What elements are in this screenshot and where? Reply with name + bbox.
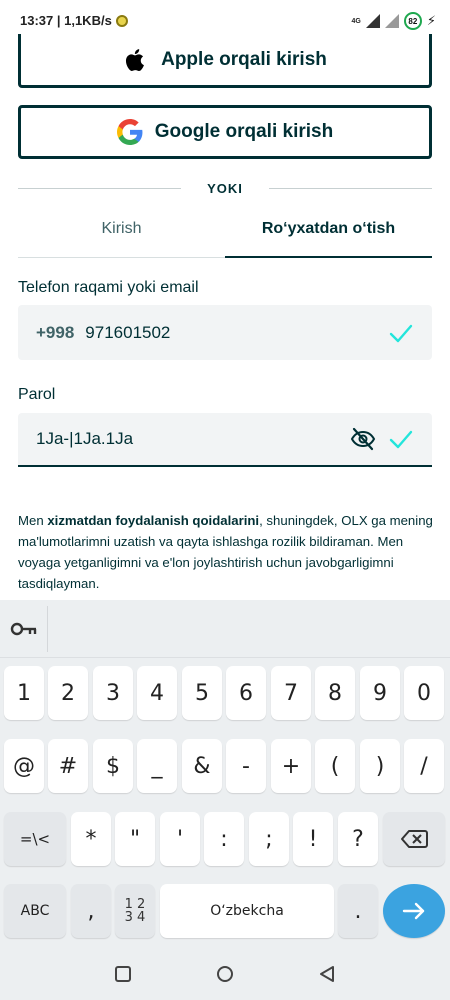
- notification-icon: [115, 14, 128, 27]
- key-slash[interactable]: /: [404, 739, 444, 793]
- key-question[interactable]: ?: [338, 812, 378, 866]
- battery-icon: 82: [403, 12, 422, 30]
- numpad-switch-bottom: 3 4: [124, 910, 146, 925]
- space-key[interactable]: O‘zbekcha: [160, 884, 334, 938]
- key-2[interactable]: 2: [48, 666, 88, 720]
- key-icon[interactable]: [10, 618, 38, 640]
- phone-field-label: Telefon raqami yoki email: [18, 279, 199, 296]
- backspace-icon: [401, 830, 428, 848]
- key-double-quote[interactable]: ": [115, 812, 155, 866]
- key-colon[interactable]: :: [204, 812, 244, 866]
- terms-text: Men xizmatdan foydalanish qoidalarini, s…: [18, 510, 434, 594]
- signal-icon-secondary: [384, 14, 399, 28]
- key-exclamation[interactable]: !: [293, 812, 333, 866]
- toolbar-separator: [47, 606, 48, 652]
- password-field-label: Parol: [18, 386, 56, 403]
- key-symbols-switch[interactable]: =\<: [4, 812, 66, 866]
- key-8[interactable]: 8: [315, 666, 355, 720]
- phone-value: 971601502: [85, 322, 171, 342]
- key-underscore[interactable]: _: [137, 739, 177, 793]
- comma-key[interactable]: ,: [71, 884, 111, 938]
- charging-icon: ⚡: [426, 13, 436, 28]
- check-icon: [389, 324, 413, 342]
- key-3[interactable]: 3: [93, 666, 133, 720]
- recents-icon[interactable]: [112, 963, 134, 985]
- key-minus[interactable]: -: [226, 739, 266, 793]
- status-left: 13:37 | 1,1KB/s: [20, 13, 128, 28]
- eye-off-icon[interactable]: [350, 426, 376, 452]
- key-at[interactable]: @: [4, 739, 44, 793]
- home-icon[interactable]: [214, 963, 236, 985]
- terms-link[interactable]: xizmatdan foydalanish qoidalarini: [47, 513, 259, 528]
- apple-login-button[interactable]: Apple orqali kirish: [18, 34, 432, 88]
- key-ampersand[interactable]: &: [182, 739, 222, 793]
- enter-key[interactable]: [383, 884, 445, 938]
- status-time-speed: 13:37 | 1,1KB/s: [20, 13, 112, 28]
- status-right: 4G 82 ⚡: [352, 12, 436, 30]
- keyboard-toolbar: [0, 600, 450, 658]
- key-4[interactable]: 4: [137, 666, 177, 720]
- system-nav-bar: [0, 950, 450, 1000]
- divider-text: YOKI: [207, 180, 243, 196]
- google-icon: [116, 119, 143, 145]
- signal-icon: [365, 14, 380, 28]
- abc-key[interactable]: ABC: [4, 884, 66, 938]
- key-1[interactable]: 1: [4, 666, 44, 720]
- google-login-button[interactable]: Google orqali kirish: [18, 105, 432, 159]
- back-icon[interactable]: [316, 963, 338, 985]
- or-divider: YOKI: [18, 178, 433, 198]
- divider-line-left: [18, 187, 182, 189]
- key-single-quote[interactable]: ': [160, 812, 200, 866]
- period-key[interactable]: .: [338, 884, 378, 938]
- key-dollar[interactable]: $: [93, 739, 133, 793]
- google-login-label: Google orqali kirish: [154, 121, 334, 142]
- backspace-key[interactable]: [383, 812, 445, 866]
- network-type: 4G: [351, 17, 361, 25]
- tab-register[interactable]: Ro‘yxatdan o‘tish: [225, 200, 432, 258]
- phone-prefix: +998: [36, 322, 75, 342]
- password-input[interactable]: 1Ja-|1Ja.1Ja: [18, 413, 432, 467]
- key-9[interactable]: 9: [360, 666, 400, 720]
- key-asterisk[interactable]: *: [71, 812, 111, 866]
- keyboard: 1 2 3 4 5 6 7 8 9 0 @ # $ _ & - + ( ) / …: [0, 600, 450, 950]
- key-close-paren[interactable]: ): [360, 739, 400, 793]
- divider-line-right: [268, 187, 433, 189]
- key-semicolon[interactable]: ;: [249, 812, 289, 866]
- numpad-switch-key[interactable]: 1 2 3 4: [115, 884, 155, 938]
- key-7[interactable]: 7: [271, 666, 311, 720]
- password-check-icon: [389, 430, 413, 449]
- key-open-paren[interactable]: (: [315, 739, 355, 793]
- terms-prefix: Men: [18, 513, 48, 528]
- apple-login-label: Apple orqali kirish: [161, 48, 327, 70]
- key-6[interactable]: 6: [226, 666, 266, 720]
- key-plus[interactable]: +: [271, 739, 311, 793]
- tab-login[interactable]: Kirish: [18, 200, 225, 257]
- key-0[interactable]: 0: [404, 666, 444, 720]
- key-hash[interactable]: #: [48, 739, 88, 793]
- auth-tabs: Kirish Ro‘yxatdan o‘tish: [18, 200, 432, 258]
- password-value: 1Ja-|1Ja.1Ja: [36, 429, 134, 448]
- arrow-right-icon: [402, 902, 425, 920]
- key-5[interactable]: 5: [182, 666, 222, 720]
- apple-icon: [126, 48, 145, 71]
- phone-input[interactable]: +998 971601502: [18, 305, 432, 360]
